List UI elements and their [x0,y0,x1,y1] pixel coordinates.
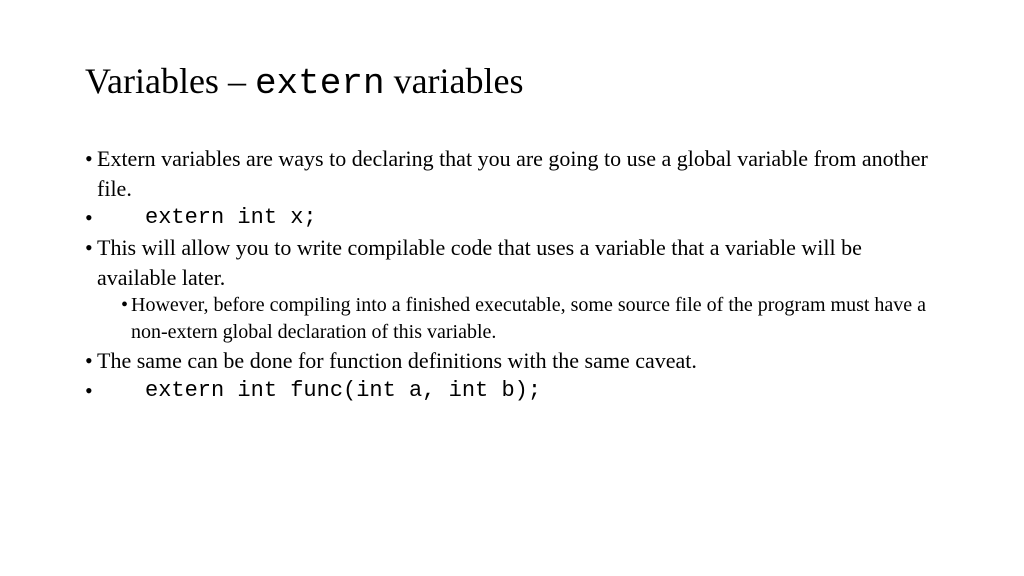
bullet-3: • This will allow you to write compilabl… [85,233,939,292]
bullet-marker: • [85,144,97,174]
bullet-3-sub: • However, before compiling into a finis… [85,292,939,346]
bullet-2: • extern int x; [85,203,939,233]
bullet-4: • The same can be done for function defi… [85,346,939,376]
bullet-3-text: This will allow you to write compilable … [97,233,939,292]
bullet-1-text: Extern variables are ways to declaring t… [97,144,939,203]
bullet-1: • Extern variables are ways to declaring… [85,144,939,203]
slide-content: • Extern variables are ways to declaring… [85,144,939,406]
title-part2: variables [385,61,524,101]
slide-title: Variables – extern variables [85,60,939,104]
bullet-marker: • [85,376,97,406]
bullet-marker: • [121,292,131,319]
bullet-marker: • [85,346,97,376]
bullet-3-sub-text: However, before compiling into a finishe… [131,292,939,346]
title-dash: – [219,61,255,101]
bullet-2-code: extern int x; [97,203,939,233]
bullet-4-text: The same can be done for function defini… [97,346,939,376]
bullet-marker: • [85,203,97,233]
title-code: extern [255,63,385,104]
title-part1: Variables [85,61,219,101]
bullet-5: • extern int func(int a, int b); [85,376,939,406]
bullet-5-code: extern int func(int a, int b); [97,376,939,406]
bullet-marker: • [85,233,97,263]
